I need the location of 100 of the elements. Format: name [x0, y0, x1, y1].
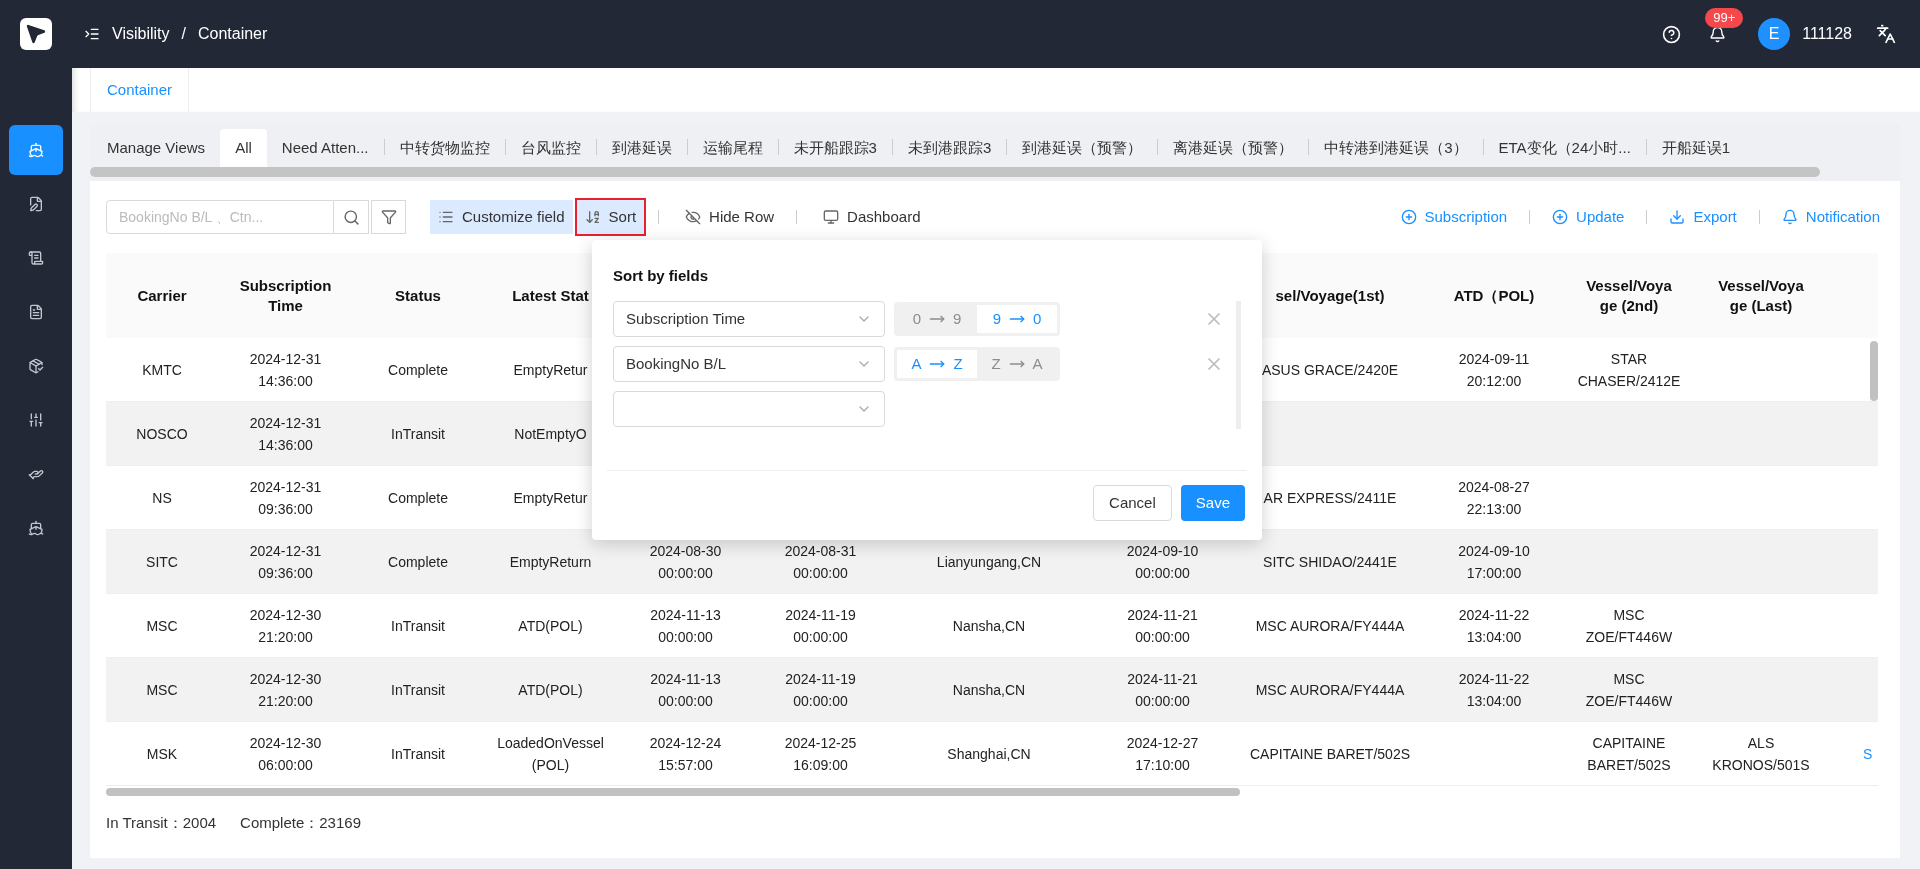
sort-icon	[584, 209, 601, 225]
bell-icon[interactable]	[1709, 25, 1727, 43]
breadcrumb-item[interactable]: Visibility	[112, 22, 170, 46]
search-button[interactable]	[334, 200, 369, 234]
user-name[interactable]: 111128	[1802, 22, 1852, 46]
view-tab[interactable]: Need Atten...	[266, 129, 384, 167]
table-cell-text: 2024-11-13 00:00:00	[649, 605, 722, 647]
table-cell-text: 2024-11-19 00:00:00	[784, 669, 857, 711]
plus-circle-icon	[1552, 209, 1569, 225]
field-select[interactable]: Subscription Time	[613, 301, 885, 337]
table-cell-text: MSC ZOE/FT446W	[1584, 669, 1674, 711]
monitor-icon	[823, 209, 840, 225]
ship-icon	[28, 520, 44, 536]
table-cell-text: NOSCO	[136, 424, 188, 444]
summary-count: Complete：23169	[240, 813, 361, 833]
table-cell-text: 2024-09-11 20:12:00	[1457, 349, 1531, 391]
table-cell-text: 2024-12-30 06:00:00	[248, 733, 323, 775]
column-header: Status	[395, 285, 441, 306]
table-cell-text: 2024-11-13 00:00:00	[649, 669, 722, 711]
column-header: Latest Stat	[512, 285, 589, 306]
horizontal-scrollbar[interactable]	[106, 788, 1240, 796]
table-cell-text: EmptyRetur	[513, 360, 588, 380]
toolbar-button[interactable]: Sort	[576, 200, 645, 234]
column-header: Vessel/Voyage (2nd)	[1585, 275, 1673, 316]
table-cell-text: NS	[152, 488, 172, 508]
table-cell-text: 2024-12-31 09:36:00	[248, 477, 323, 519]
bell-icon	[1781, 209, 1798, 225]
field-select[interactable]	[613, 391, 885, 427]
column-header: ATD（POL)	[1453, 285, 1535, 306]
app-logo[interactable]	[20, 18, 52, 50]
toolbar-button[interactable]: Dashboard	[815, 200, 929, 234]
table-cell-text: CAPITAINE BARET/502S	[1586, 733, 1672, 775]
table-cell-text: 2024-12-31 09:36:00	[248, 541, 323, 583]
column-header: sel/Voyage(1st)	[1275, 285, 1385, 306]
view-tab[interactable]: 到港延误（预警）	[1007, 129, 1158, 167]
toolbar-button[interactable]: Hide Row	[677, 200, 783, 234]
view-tab[interactable]: Manage Views	[92, 129, 221, 167]
table-cell-text: 2024-11-22 13:04:00	[1457, 669, 1531, 711]
view-tab[interactable]: 未到港跟踪3	[892, 129, 1007, 167]
table-cell-text: 2024-08-30 00:00:00	[648, 541, 723, 583]
table-cell-text: 2024-12-30 21:20:00	[248, 605, 323, 647]
table-cell-text: InTransit	[391, 616, 445, 636]
table-cell-text: MSC	[146, 680, 178, 700]
table-cell-text: Nansha,CN	[952, 616, 1026, 636]
help-icon[interactable]	[1662, 24, 1682, 44]
table-cell-text: 2024-11-22 13:04:00	[1457, 605, 1531, 647]
table-cell-text: InTransit	[391, 424, 445, 444]
view-tab[interactable]: 中转港到港延误（3）	[1309, 129, 1483, 167]
view-tab[interactable]: 台风监控	[505, 129, 596, 167]
view-tab[interactable]: 中转货物监控	[384, 129, 505, 167]
table-cell-text: MSC AURORA/FY444A	[1255, 616, 1405, 636]
table-cell-text: InTransit	[391, 744, 445, 764]
plus-circle-icon	[1400, 209, 1417, 225]
search-field[interactable]: BookingNo B/L 、Ctn...	[106, 200, 334, 234]
search-icon	[342, 208, 360, 226]
table-cell-text: Complete	[388, 552, 448, 572]
table-cell-text: EmptyReturn	[509, 552, 592, 572]
view-tab[interactable]: ETA变化（24小时...	[1483, 129, 1646, 167]
translate-icon[interactable]	[1876, 24, 1896, 44]
menu-icon[interactable]	[84, 26, 100, 42]
filter-button[interactable]	[371, 200, 406, 234]
view-tab[interactable]: 到港延误	[596, 129, 687, 167]
document-edit-icon	[28, 196, 44, 212]
table-cell-text: 2024-12-24 15:57:00	[648, 733, 723, 775]
sliders-icon	[28, 412, 44, 428]
notification-badge: 99+	[1705, 7, 1744, 28]
toolbar-button[interactable]: Customize field	[430, 200, 573, 234]
table-cell-text: Complete	[388, 360, 448, 380]
table-cell-text: Shanghai,CN	[947, 744, 1031, 764]
view-tab[interactable]: 运输尾程	[687, 129, 778, 167]
table-cell-text: SITC SHIDAO/2441E	[1263, 552, 1397, 572]
document-icon	[28, 304, 44, 320]
view-tab[interactable]: All	[220, 129, 267, 167]
table-cell-text: 2024-11-21 00:00:00	[1126, 605, 1199, 647]
table-cell-text: SITC	[146, 552, 178, 572]
view-tab[interactable]: 离港延误（预警）	[1158, 129, 1309, 167]
table-cell-text: MSC	[146, 616, 178, 636]
table-cell-text: 2024-12-30 21:20:00	[248, 669, 323, 711]
field-select[interactable]: BookingNo B/L	[613, 346, 885, 382]
table-cell-text: 2024-08-31 00:00:00	[783, 541, 858, 583]
table-cell-text: Nansha,CN	[952, 680, 1026, 700]
table-cell-text: ATD(POL)	[518, 616, 583, 636]
table-cell-text: MSC ZOE/FT446W	[1584, 605, 1674, 647]
table-cell-text: ATD(POL)	[518, 680, 583, 700]
view-tab[interactable]: 开船延误1	[1646, 129, 1746, 167]
table-cell-text: MSC AURORA/FY444A	[1255, 680, 1405, 700]
table-row[interactable]: MSC 2024-12-30 21:20:00 InTransit ATD(POL) 2024-11-13 00:00:00 2024-11-19 00:00:00 Nansha,CN 2024-11-21 00:00:00 MSC AURORA/FY444A 2024-11-22 13:04:00 MSC ZOE/FT446W	[106, 658, 1878, 722]
table-cell-text: Complete	[388, 488, 448, 508]
vertical-scrollbar[interactable]	[1870, 341, 1878, 401]
tabs-scrollbar[interactable]	[90, 167, 1820, 177]
table-row[interactable]: SITC 2024-12-31 09:36:00 Complete EmptyReturn 2024-08-30 00:00:00 2024-08-31 00:00:00 Lianyungang,CN 2024-09-10 00:00:00 SITC SHIDAO/2441E 2024-09-10 17:00:00	[106, 530, 1878, 594]
column-header: Vessel/Voyage (Last)	[1717, 275, 1805, 316]
table-cell-text: 2024-11-21 00:00:00	[1126, 669, 1199, 711]
breadcrumb-item[interactable]: Container	[197, 22, 268, 46]
view-tab[interactable]: 未开船跟踪3	[778, 129, 892, 167]
list-icon	[438, 209, 454, 225]
cancel-button[interactable]: Cancel	[1093, 485, 1172, 521]
summary-count: In Transit：2004	[106, 813, 217, 833]
ship-icon	[28, 142, 44, 158]
table-cell-text: KMTC	[142, 360, 182, 380]
